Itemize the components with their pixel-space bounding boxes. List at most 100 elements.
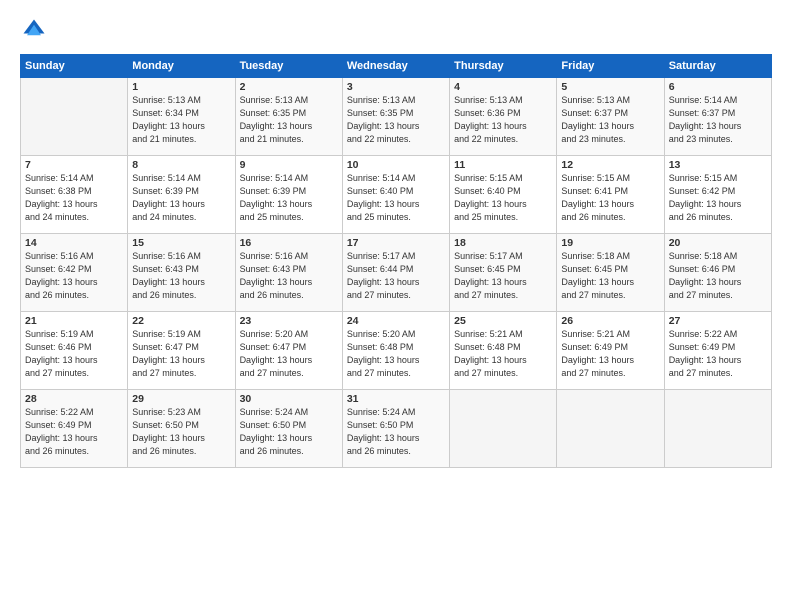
calendar-cell: 26Sunrise: 5:21 AM Sunset: 6:49 PM Dayli…	[557, 312, 664, 390]
day-number: 20	[669, 237, 767, 249]
day-number: 23	[240, 315, 338, 327]
calendar-week-row: 14Sunrise: 5:16 AM Sunset: 6:42 PM Dayli…	[21, 234, 772, 312]
calendar-cell: 30Sunrise: 5:24 AM Sunset: 6:50 PM Dayli…	[235, 390, 342, 468]
calendar-cell: 9Sunrise: 5:14 AM Sunset: 6:39 PM Daylig…	[235, 156, 342, 234]
calendar-cell: 17Sunrise: 5:17 AM Sunset: 6:44 PM Dayli…	[342, 234, 449, 312]
calendar-cell: 24Sunrise: 5:20 AM Sunset: 6:48 PM Dayli…	[342, 312, 449, 390]
calendar-cell	[450, 390, 557, 468]
day-number: 21	[25, 315, 123, 327]
day-number: 12	[561, 159, 659, 171]
calendar-cell	[664, 390, 771, 468]
calendar-cell: 4Sunrise: 5:13 AM Sunset: 6:36 PM Daylig…	[450, 78, 557, 156]
day-info: Sunrise: 5:14 AM Sunset: 6:37 PM Dayligh…	[669, 94, 767, 146]
day-info: Sunrise: 5:22 AM Sunset: 6:49 PM Dayligh…	[25, 406, 123, 458]
day-number: 15	[132, 237, 230, 249]
weekday-header: Sunday	[21, 55, 128, 78]
day-info: Sunrise: 5:17 AM Sunset: 6:44 PM Dayligh…	[347, 250, 445, 302]
weekday-header: Tuesday	[235, 55, 342, 78]
day-number: 31	[347, 393, 445, 405]
calendar-cell: 16Sunrise: 5:16 AM Sunset: 6:43 PM Dayli…	[235, 234, 342, 312]
day-info: Sunrise: 5:14 AM Sunset: 6:40 PM Dayligh…	[347, 172, 445, 224]
calendar-cell: 1Sunrise: 5:13 AM Sunset: 6:34 PM Daylig…	[128, 78, 235, 156]
day-number: 14	[25, 237, 123, 249]
calendar-cell: 15Sunrise: 5:16 AM Sunset: 6:43 PM Dayli…	[128, 234, 235, 312]
day-number: 3	[347, 81, 445, 93]
day-number: 22	[132, 315, 230, 327]
day-number: 13	[669, 159, 767, 171]
calendar-cell: 11Sunrise: 5:15 AM Sunset: 6:40 PM Dayli…	[450, 156, 557, 234]
day-info: Sunrise: 5:21 AM Sunset: 6:49 PM Dayligh…	[561, 328, 659, 380]
weekday-header: Friday	[557, 55, 664, 78]
day-number: 9	[240, 159, 338, 171]
day-info: Sunrise: 5:22 AM Sunset: 6:49 PM Dayligh…	[669, 328, 767, 380]
calendar-cell: 3Sunrise: 5:13 AM Sunset: 6:35 PM Daylig…	[342, 78, 449, 156]
logo	[20, 16, 50, 44]
day-info: Sunrise: 5:18 AM Sunset: 6:45 PM Dayligh…	[561, 250, 659, 302]
calendar-cell: 19Sunrise: 5:18 AM Sunset: 6:45 PM Dayli…	[557, 234, 664, 312]
day-info: Sunrise: 5:13 AM Sunset: 6:35 PM Dayligh…	[347, 94, 445, 146]
day-number: 29	[132, 393, 230, 405]
day-number: 18	[454, 237, 552, 249]
header	[20, 16, 772, 44]
weekday-header: Wednesday	[342, 55, 449, 78]
day-info: Sunrise: 5:21 AM Sunset: 6:48 PM Dayligh…	[454, 328, 552, 380]
day-number: 17	[347, 237, 445, 249]
day-info: Sunrise: 5:24 AM Sunset: 6:50 PM Dayligh…	[347, 406, 445, 458]
day-info: Sunrise: 5:19 AM Sunset: 6:47 PM Dayligh…	[132, 328, 230, 380]
calendar-header-row: SundayMondayTuesdayWednesdayThursdayFrid…	[21, 55, 772, 78]
day-info: Sunrise: 5:13 AM Sunset: 6:37 PM Dayligh…	[561, 94, 659, 146]
calendar-cell: 28Sunrise: 5:22 AM Sunset: 6:49 PM Dayli…	[21, 390, 128, 468]
day-number: 8	[132, 159, 230, 171]
day-number: 27	[669, 315, 767, 327]
calendar-cell: 21Sunrise: 5:19 AM Sunset: 6:46 PM Dayli…	[21, 312, 128, 390]
day-info: Sunrise: 5:20 AM Sunset: 6:48 PM Dayligh…	[347, 328, 445, 380]
day-info: Sunrise: 5:15 AM Sunset: 6:42 PM Dayligh…	[669, 172, 767, 224]
calendar-cell: 5Sunrise: 5:13 AM Sunset: 6:37 PM Daylig…	[557, 78, 664, 156]
day-info: Sunrise: 5:13 AM Sunset: 6:36 PM Dayligh…	[454, 94, 552, 146]
calendar-cell: 18Sunrise: 5:17 AM Sunset: 6:45 PM Dayli…	[450, 234, 557, 312]
calendar-week-row: 7Sunrise: 5:14 AM Sunset: 6:38 PM Daylig…	[21, 156, 772, 234]
calendar-cell: 8Sunrise: 5:14 AM Sunset: 6:39 PM Daylig…	[128, 156, 235, 234]
day-info: Sunrise: 5:16 AM Sunset: 6:43 PM Dayligh…	[132, 250, 230, 302]
day-info: Sunrise: 5:13 AM Sunset: 6:34 PM Dayligh…	[132, 94, 230, 146]
day-info: Sunrise: 5:16 AM Sunset: 6:42 PM Dayligh…	[25, 250, 123, 302]
calendar-cell: 20Sunrise: 5:18 AM Sunset: 6:46 PM Dayli…	[664, 234, 771, 312]
day-info: Sunrise: 5:16 AM Sunset: 6:43 PM Dayligh…	[240, 250, 338, 302]
calendar-cell: 29Sunrise: 5:23 AM Sunset: 6:50 PM Dayli…	[128, 390, 235, 468]
day-info: Sunrise: 5:20 AM Sunset: 6:47 PM Dayligh…	[240, 328, 338, 380]
weekday-header: Thursday	[450, 55, 557, 78]
day-number: 16	[240, 237, 338, 249]
calendar-cell: 25Sunrise: 5:21 AM Sunset: 6:48 PM Dayli…	[450, 312, 557, 390]
day-info: Sunrise: 5:23 AM Sunset: 6:50 PM Dayligh…	[132, 406, 230, 458]
day-info: Sunrise: 5:13 AM Sunset: 6:35 PM Dayligh…	[240, 94, 338, 146]
day-number: 11	[454, 159, 552, 171]
weekday-header: Monday	[128, 55, 235, 78]
calendar-cell: 12Sunrise: 5:15 AM Sunset: 6:41 PM Dayli…	[557, 156, 664, 234]
day-number: 10	[347, 159, 445, 171]
day-number: 26	[561, 315, 659, 327]
day-number: 4	[454, 81, 552, 93]
calendar-week-row: 1Sunrise: 5:13 AM Sunset: 6:34 PM Daylig…	[21, 78, 772, 156]
day-number: 2	[240, 81, 338, 93]
calendar-page: SundayMondayTuesdayWednesdayThursdayFrid…	[0, 0, 792, 612]
day-number: 24	[347, 315, 445, 327]
calendar-week-row: 28Sunrise: 5:22 AM Sunset: 6:49 PM Dayli…	[21, 390, 772, 468]
day-info: Sunrise: 5:15 AM Sunset: 6:40 PM Dayligh…	[454, 172, 552, 224]
day-number: 30	[240, 393, 338, 405]
calendar-cell: 22Sunrise: 5:19 AM Sunset: 6:47 PM Dayli…	[128, 312, 235, 390]
day-info: Sunrise: 5:17 AM Sunset: 6:45 PM Dayligh…	[454, 250, 552, 302]
day-info: Sunrise: 5:15 AM Sunset: 6:41 PM Dayligh…	[561, 172, 659, 224]
calendar-cell: 27Sunrise: 5:22 AM Sunset: 6:49 PM Dayli…	[664, 312, 771, 390]
logo-icon	[20, 16, 48, 44]
day-info: Sunrise: 5:19 AM Sunset: 6:46 PM Dayligh…	[25, 328, 123, 380]
calendar-cell	[21, 78, 128, 156]
calendar-cell: 7Sunrise: 5:14 AM Sunset: 6:38 PM Daylig…	[21, 156, 128, 234]
day-number: 28	[25, 393, 123, 405]
calendar-cell: 2Sunrise: 5:13 AM Sunset: 6:35 PM Daylig…	[235, 78, 342, 156]
day-number: 6	[669, 81, 767, 93]
day-info: Sunrise: 5:14 AM Sunset: 6:39 PM Dayligh…	[132, 172, 230, 224]
day-number: 5	[561, 81, 659, 93]
calendar-cell: 6Sunrise: 5:14 AM Sunset: 6:37 PM Daylig…	[664, 78, 771, 156]
calendar-cell: 14Sunrise: 5:16 AM Sunset: 6:42 PM Dayli…	[21, 234, 128, 312]
day-info: Sunrise: 5:24 AM Sunset: 6:50 PM Dayligh…	[240, 406, 338, 458]
